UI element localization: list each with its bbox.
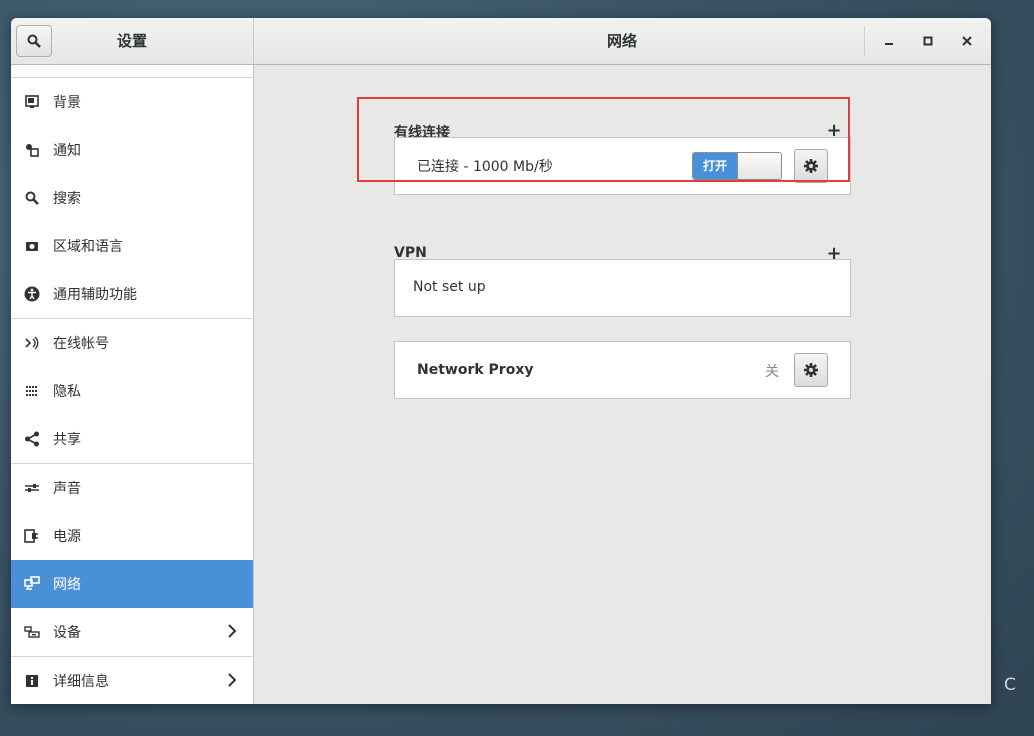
minimize-button[interactable] (877, 29, 901, 53)
sidebar-item-accessibility[interactable]: 通用辅助功能 (11, 270, 253, 319)
network-icon (24, 576, 40, 592)
details-icon (24, 673, 40, 689)
power-icon (24, 528, 40, 544)
vpn-row: Not set up (394, 259, 851, 317)
search-icon (24, 190, 40, 206)
share-icon (24, 431, 40, 447)
sidebar-item-region[interactable]: 区域和语言 (11, 222, 253, 270)
header-bar: 设置 网络 (11, 18, 991, 65)
sidebar-header: 设置 (11, 18, 254, 64)
gear-icon (804, 363, 818, 377)
close-button[interactable] (955, 29, 979, 53)
maximize-button[interactable] (916, 29, 940, 53)
search-icon (27, 34, 41, 48)
sidebar-item-label: 网络 (53, 577, 81, 593)
search-button[interactable] (16, 25, 52, 57)
chevron-right-icon (227, 624, 237, 642)
maximize-icon (923, 36, 933, 46)
sidebar-item-background[interactable]: 背景 (11, 78, 253, 126)
sidebar-item-label: 通知 (53, 143, 81, 159)
sidebar-item-power[interactable]: 电源 (11, 512, 253, 560)
sidebar-item-label: 共享 (53, 432, 81, 448)
privacy-icon (24, 383, 40, 399)
sidebar-item-privacy[interactable]: 隐私 (11, 367, 253, 415)
sound-icon (24, 480, 40, 496)
background-icon (24, 94, 40, 110)
sidebar-spacer (11, 65, 253, 78)
sidebar-item-online-accounts[interactable]: 在线帐号 (11, 319, 253, 367)
sidebar-item-label: 设备 (53, 625, 81, 641)
devices-icon (24, 624, 40, 640)
sidebar-item-details[interactable]: 详细信息 (11, 657, 253, 704)
sidebar-item-label: 详细信息 (53, 674, 109, 690)
accessibility-icon (24, 286, 40, 302)
online-accounts-icon (24, 335, 40, 351)
header-separator (864, 26, 865, 56)
sidebar-item-search[interactable]: 搜索 (11, 174, 253, 222)
proxy-row[interactable]: Network Proxy 关 (394, 341, 851, 399)
highlight-annotation-box (357, 97, 850, 182)
sidebar-item-devices[interactable]: 设备 (11, 608, 253, 657)
sidebar-item-sharing[interactable]: 共享 (11, 415, 253, 464)
sidebar-item-notifications[interactable]: 通知 (11, 126, 253, 174)
sidebar: 背景 通知 搜索 区域和语言 通用辅助功能 在线帐号 隐私 共享 声音 电源 网… (11, 65, 254, 704)
sidebar-item-label: 搜索 (53, 191, 81, 207)
sidebar-item-sound[interactable]: 声音 (11, 464, 253, 512)
region-icon (24, 238, 40, 254)
chevron-right-icon (227, 673, 237, 691)
proxy-status: 关 (765, 364, 779, 380)
proxy-settings-button[interactable] (794, 353, 828, 387)
sidebar-item-label: 区域和语言 (53, 239, 123, 255)
minimize-icon (885, 43, 893, 45)
proxy-label: Network Proxy (417, 362, 534, 378)
sidebar-item-label: 声音 (53, 481, 81, 497)
notification-icon (24, 142, 40, 158)
sidebar-item-label: 在线帐号 (53, 336, 109, 352)
desktop-text: C E (1004, 675, 1034, 695)
sidebar-item-label: 通用辅助功能 (53, 287, 137, 303)
sidebar-item-label: 电源 (53, 529, 81, 545)
close-icon (962, 36, 972, 46)
sidebar-item-network[interactable]: 网络 (11, 560, 253, 608)
vpn-status: Not set up (413, 279, 486, 295)
sidebar-item-label: 背景 (53, 95, 81, 111)
sidebar-item-label: 隐私 (53, 384, 81, 400)
